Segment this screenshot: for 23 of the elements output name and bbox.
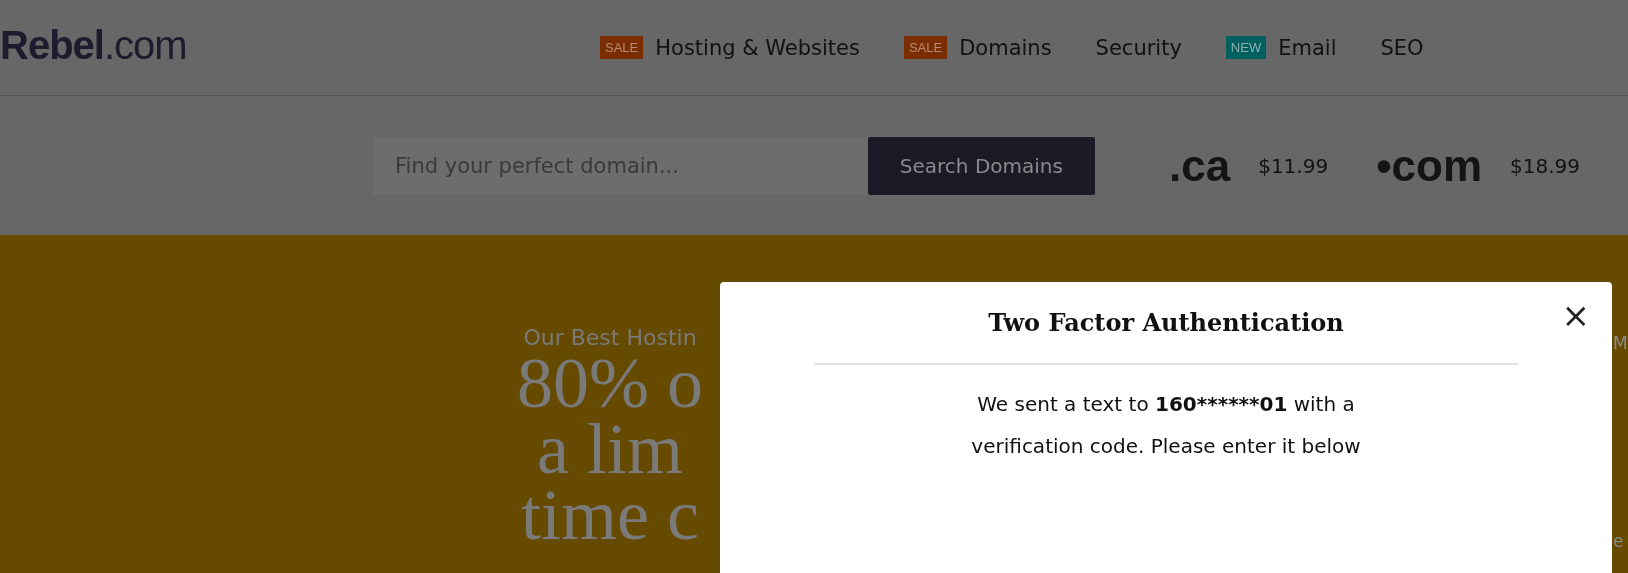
hero-headline: a lim [537,416,683,482]
hero-headline: 80% o [517,350,703,416]
tld-price: $11.99 [1258,153,1329,178]
hero-text: M [1613,333,1628,353]
nav-badge: SALE [903,36,948,59]
tld-price: $18.99 [1510,153,1580,178]
close-button[interactable]: × [1561,298,1590,332]
hero-subtitle: Our Best Hostin [523,325,697,350]
nav-link[interactable]: Hosting & Websites [655,35,860,60]
hero-text: e [1613,531,1624,551]
tld-label: •com [1376,140,1482,191]
dialog-title: Two Factor Authentication [988,308,1344,337]
tld-label: .ca [1169,140,1231,191]
nav-badge: SALE [600,36,644,59]
nav-badge: NEW [1225,36,1267,59]
hero-headline: time c [521,482,699,548]
dialog-message: We sent a text to 160******01 with a verification code. Please enter it below [970,391,1362,460]
nav-link[interactable]: Domains [959,35,1052,60]
logo[interactable]: Rebel.com [0,23,600,72]
nav-link[interactable]: Email [1278,35,1337,60]
nav-link[interactable]: Security [1095,35,1182,60]
search-button[interactable]: Search Domains [867,136,1095,195]
nav-link[interactable]: SEO [1380,35,1424,60]
